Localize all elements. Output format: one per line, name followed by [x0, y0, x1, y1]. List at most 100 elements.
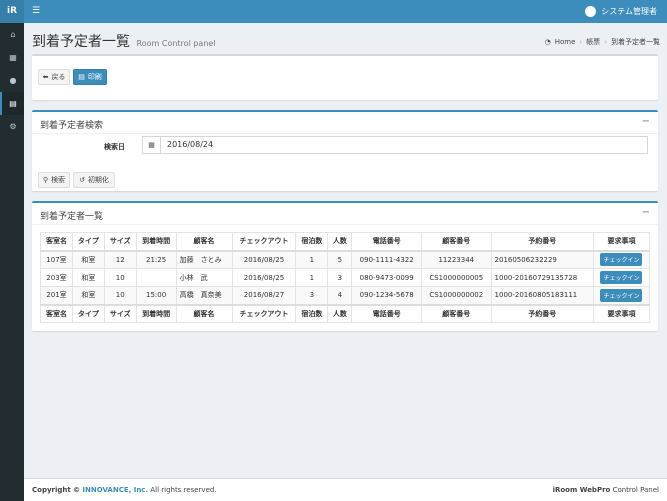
- collapse-icon[interactable]: −: [642, 116, 650, 127]
- divider: [32, 133, 658, 134]
- column-header[interactable]: 顧客名: [175, 232, 233, 252]
- column-header[interactable]: 客室名: [40, 232, 73, 252]
- search-date-field[interactable]: ▦ 2016/08/24: [142, 136, 648, 154]
- column-header[interactable]: タイプ: [71, 232, 105, 252]
- checkin-button[interactable]: チェックイン: [600, 288, 643, 302]
- company-link[interactable]: INNOVANCE, Inc.: [82, 486, 148, 494]
- column-footer: チェックアウト: [231, 303, 297, 323]
- table-cell: 3: [327, 268, 353, 287]
- table-cell: 2016/08/27: [231, 286, 297, 305]
- column-header[interactable]: 要求事項: [592, 232, 651, 252]
- column-header[interactable]: 予約番号: [490, 232, 594, 252]
- column-footer: 到着時間: [135, 303, 177, 323]
- table-cell: 3: [295, 286, 329, 305]
- product-title: iRoom WebPro: [552, 486, 611, 494]
- table-cell: 小林 武: [175, 268, 233, 287]
- column-footer: 客室名: [40, 303, 73, 323]
- search-button[interactable]: ⚲ 検索: [38, 172, 70, 188]
- table-row: 107室 和室 12 21:25 加藤 さとみ 2016/08/25 1 5 0…: [40, 250, 651, 269]
- breadcrumb-separator: ›: [579, 38, 583, 46]
- table-cell: 4: [327, 286, 353, 305]
- table-cell: 高橋 真奈美: [175, 286, 233, 305]
- table-cell: 1000-20160729135728: [490, 268, 594, 287]
- product-suffix: Control Panel: [612, 486, 659, 494]
- search-date-label: 検索日: [104, 143, 125, 151]
- page-header: 到着予定者一覧 Room Control panel ◔ Home › 帳票 ›…: [32, 31, 660, 53]
- table-cell: チェックイン: [592, 286, 651, 305]
- table-row: 203室 和室 10 小林 武 2016/08/25 1 3 080-9473-…: [40, 268, 651, 287]
- divider: [32, 224, 658, 225]
- column-footer: 電話番号: [351, 303, 423, 323]
- column-footer: 顧客番号: [421, 303, 492, 323]
- page-footer: Copyright © INNOVANCE, Inc. All rights r…: [24, 478, 667, 501]
- user-name: システム管理者: [601, 7, 657, 16]
- column-footer: 人数: [327, 303, 353, 323]
- undo-icon: ↺: [79, 176, 85, 184]
- toolbar-box: ⬅ 戻る ▤ 印刷: [32, 54, 658, 100]
- search-box-title: 到着予定者検索: [40, 121, 104, 131]
- table-footer-row: 客室名 タイプ サイズ 到着時間 顧客名 チェックアウト 宿泊数 人数 電話番号…: [40, 303, 651, 323]
- column-header[interactable]: サイズ: [103, 232, 137, 252]
- table-cell: 2016/08/25: [231, 250, 297, 269]
- breadcrumb-reports[interactable]: 帳票: [586, 37, 600, 47]
- table-cell: CS1000000005: [421, 268, 492, 287]
- table-cell: 15:00: [135, 286, 177, 305]
- page-title: 到着予定者一覧: [32, 34, 130, 50]
- column-header[interactable]: 顧客番号: [421, 232, 492, 252]
- search-box: 到着予定者検索 − 検索日 ▦ 2016/08/24 ⚲ 検索 ↺ 初期化: [32, 110, 658, 191]
- product-name: iRoom WebPro Control Panel: [553, 486, 659, 494]
- column-header[interactable]: 到着時間: [135, 232, 177, 252]
- copyright: Copyright © INNOVANCE, Inc. All rights r…: [32, 486, 217, 494]
- column-header[interactable]: 電話番号: [351, 232, 423, 252]
- rights-text: All rights reserved.: [150, 486, 217, 494]
- table-cell: 10: [103, 286, 137, 305]
- table-cell: 1: [295, 268, 329, 287]
- table-cell: CS1000000002: [421, 286, 492, 305]
- checkin-button[interactable]: チェックイン: [600, 253, 643, 267]
- user-icon[interactable]: ●: [0, 69, 24, 92]
- collapse-icon[interactable]: −: [642, 207, 650, 218]
- arrival-table: 客室名 タイプ サイズ 到着時間 顧客名 チェックアウト 宿泊数 人数 電話番号…: [40, 232, 651, 323]
- sidebar: ⌂ ▦ ● ▤ ⚙: [0, 23, 24, 501]
- app-logo[interactable]: iR: [0, 0, 24, 23]
- reset-button[interactable]: ↺ 初期化: [73, 172, 115, 188]
- table-cell: 和室: [71, 250, 105, 269]
- column-footer: 要求事項: [592, 303, 651, 323]
- column-header[interactable]: 人数: [327, 232, 353, 252]
- menu-toggle-icon[interactable]: ☰: [32, 0, 40, 23]
- table-cell: 和室: [71, 286, 105, 305]
- table-cell: 080-9473-0099: [351, 268, 423, 287]
- column-header[interactable]: チェックアウト: [231, 232, 297, 252]
- breadcrumb-current: 到着予定者一覧: [611, 38, 660, 46]
- table-cell: 201室: [40, 286, 73, 305]
- table-cell: 1000-20160805183111: [490, 286, 594, 305]
- column-header[interactable]: 宿泊数: [295, 232, 329, 252]
- column-footer: サイズ: [103, 303, 137, 323]
- print-icon: ▤: [78, 73, 85, 81]
- search-icon: ⚲: [42, 176, 49, 184]
- home-icon[interactable]: ⌂: [0, 23, 24, 46]
- calendar-icon: ▦: [143, 137, 161, 153]
- avatar: [585, 6, 597, 17]
- checkin-button[interactable]: チェックイン: [600, 271, 643, 284]
- user-menu[interactable]: システム管理者: [585, 0, 657, 23]
- table-cell: 203室: [40, 268, 73, 287]
- breadcrumb-separator: ›: [604, 38, 607, 46]
- column-footer: 宿泊数: [295, 303, 329, 323]
- list-box-title: 到着予定者一覧: [40, 212, 104, 222]
- gears-icon[interactable]: ⚙: [0, 115, 24, 138]
- table-cell: 20160506232229: [490, 250, 594, 269]
- search-date-input[interactable]: 2016/08/24: [161, 137, 647, 153]
- print-icon[interactable]: ▤: [0, 92, 24, 115]
- calendar-icon[interactable]: ▦: [0, 46, 24, 69]
- table-cell: 1: [295, 250, 329, 269]
- table-cell: 107室: [40, 250, 73, 269]
- column-footer: 顧客名: [175, 303, 233, 323]
- table-cell: 21:25: [135, 250, 177, 269]
- print-button[interactable]: ▤ 印刷: [73, 69, 107, 85]
- page-subtitle: Room Control panel: [136, 39, 216, 48]
- breadcrumb-home[interactable]: Home: [555, 38, 576, 46]
- content-area: 到着予定者一覧 Room Control panel ◔ Home › 帳票 ›…: [24, 23, 667, 478]
- back-button[interactable]: ⬅ 戻る: [38, 69, 70, 85]
- table-cell: 加藤 さとみ: [175, 250, 233, 269]
